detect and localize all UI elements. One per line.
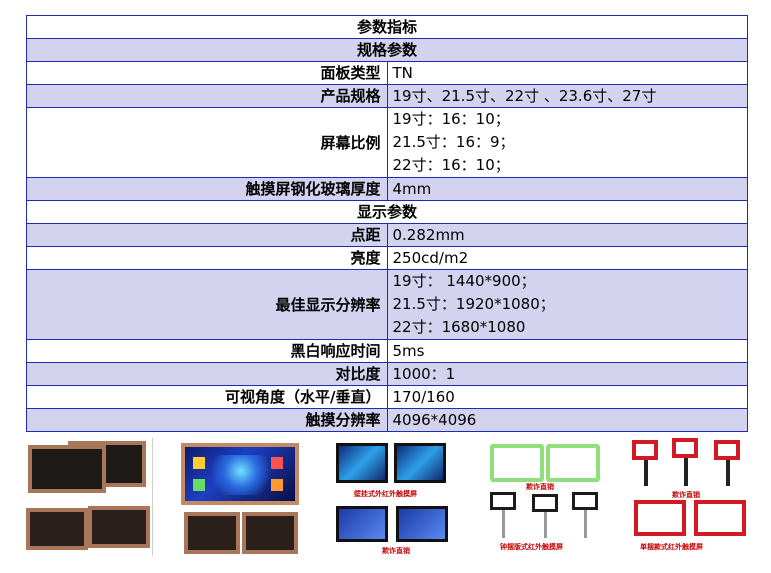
monitor-image	[28, 445, 106, 493]
monitor-image	[546, 444, 600, 482]
monitor-image	[26, 508, 88, 550]
row-value: 19寸、21.5寸、22寸 、23.6寸、27寸	[386, 84, 748, 108]
product-photo-bronze-monitors	[26, 438, 152, 556]
thumb-caption: 欺诈直销	[382, 546, 410, 555]
table-row: 黑白响应时间 5ms	[26, 339, 748, 363]
row-value: 250cd/m2	[386, 246, 748, 270]
row-value: 4mm	[386, 177, 748, 201]
thumb-caption: 单摆款式红外触摸屏	[640, 542, 703, 551]
table-row: 触摸屏钢化玻璃厚度 4mm	[26, 177, 748, 201]
product-photo-green-stand: 欺诈直销 钟摆版式红外触摸屏	[484, 440, 608, 557]
value-line: 19寸： 1440*900；	[392, 272, 536, 290]
row-value: 4096*4096	[386, 408, 748, 432]
table-row: 点距 0.282mm	[26, 223, 748, 247]
monitor-image	[632, 440, 658, 460]
row-value: 19寸： 1440*900； 21.5寸：1920*1080； 22寸：1680…	[386, 269, 748, 340]
row-value: TN	[386, 61, 748, 85]
product-photo-kiosk-screen	[178, 440, 302, 557]
monitor-image	[490, 444, 544, 482]
monitor-image	[242, 512, 298, 554]
table-row: 可视角度（水平/垂直） 170/160	[26, 385, 748, 409]
monitor-image	[394, 443, 446, 483]
table-row: 对比度 1000：1	[26, 362, 748, 386]
value-line: 22寸：1680*1080	[392, 318, 526, 336]
thumb-caption: 壁挂式外红外触摸屏	[354, 489, 417, 498]
table-row: 触摸分辨率 4096*4096	[26, 408, 748, 432]
thumb-caption: 欺诈直销	[526, 482, 554, 491]
value-line: 21.5寸：1920*1080；	[392, 295, 555, 313]
row-value: 1000：1	[386, 362, 748, 386]
table-title: 参数指标	[26, 15, 748, 39]
product-photo-wall-mount: 壁挂式外红外触摸屏 欺诈直销	[330, 440, 456, 557]
monitor-image	[336, 506, 388, 542]
row-key: 屏幕比例	[26, 107, 388, 178]
row-key: 点距	[26, 223, 388, 247]
thumb-caption: 欺诈直销	[672, 490, 700, 499]
section-heading-display: 显示参数	[26, 200, 748, 224]
row-key: 面板类型	[26, 61, 388, 85]
row-value: 0.282mm	[386, 223, 748, 247]
table-row: 亮度 250cd/m2	[26, 246, 748, 270]
row-value: 170/160	[386, 385, 748, 409]
thumb-caption: 钟摆版式红外触摸屏	[500, 542, 563, 551]
monitor-image	[694, 500, 746, 536]
value-line: 19寸：16：10；	[392, 110, 510, 128]
table-row: 面板类型 TN	[26, 61, 748, 85]
table-row: 产品规格 19寸、21.5寸、22寸 、23.6寸、27寸	[26, 84, 748, 108]
row-key: 黑白响应时间	[26, 339, 388, 363]
row-key: 对比度	[26, 362, 388, 386]
value-line: 21.5寸：16：9；	[392, 133, 515, 151]
spec-table: 参数指标 规格参数 面板类型 TN 产品规格 19寸、21.5寸、22寸 、23…	[26, 15, 748, 432]
row-key: 产品规格	[26, 84, 388, 108]
monitor-image	[490, 492, 516, 510]
monitor-image	[181, 443, 299, 505]
monitor-image	[634, 500, 686, 536]
row-value: 5ms	[386, 339, 748, 363]
monitor-image	[672, 438, 698, 458]
monitor-image	[396, 506, 448, 542]
monitor-image	[532, 494, 558, 512]
monitor-image	[336, 443, 388, 483]
monitor-image	[88, 506, 150, 548]
monitor-image	[714, 440, 740, 460]
section-heading-spec: 规格参数	[26, 38, 748, 62]
row-key: 触摸屏钢化玻璃厚度	[26, 177, 388, 201]
value-line: 22寸：16：10；	[392, 156, 510, 174]
row-key: 最佳显示分辨率	[26, 269, 388, 340]
table-row: 最佳显示分辨率 19寸： 1440*900； 21.5寸：1920*1080； …	[26, 269, 748, 340]
row-key: 亮度	[26, 246, 388, 270]
row-key: 可视角度（水平/垂直）	[26, 385, 388, 409]
product-photo-red-stand: 欺诈直销 单摆款式红外触摸屏	[628, 434, 752, 557]
row-value: 19寸：16：10； 21.5寸：16：9； 22寸：16：10；	[386, 107, 748, 178]
table-row: 屏幕比例 19寸：16：10； 21.5寸：16：9； 22寸：16：10；	[26, 107, 748, 178]
row-key: 触摸分辨率	[26, 408, 388, 432]
monitor-image	[572, 492, 598, 510]
monitor-image	[184, 512, 240, 554]
